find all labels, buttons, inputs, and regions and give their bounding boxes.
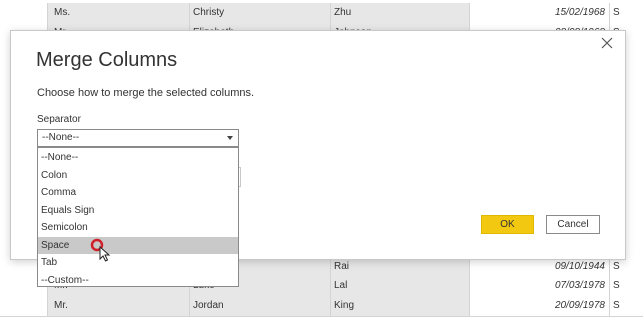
table-cell: 20/09/1978 [470, 295, 610, 316]
cancel-button[interactable]: Cancel [546, 215, 600, 234]
dialog-title: Merge Columns [36, 49, 178, 71]
table-cell: S [610, 3, 643, 23]
table-cell: S [610, 295, 643, 316]
table-cell: Jordan [190, 295, 331, 316]
dropdown-option[interactable]: --None-- [38, 149, 238, 166]
chevron-down-icon [227, 136, 233, 140]
table-cell: Mr. [48, 295, 190, 316]
dropdown-option[interactable]: Tab [38, 254, 238, 271]
close-button[interactable] [599, 35, 615, 51]
dialog-description: Choose how to merge the selected columns… [37, 87, 255, 99]
separator-dropdown-list: --None-- Colon Comma Equals Sign Semicolon Sp… [37, 147, 239, 287]
dropdown-option[interactable]: Equals Sign [38, 202, 238, 219]
close-icon [601, 37, 613, 49]
dropdown-option[interactable]: Space [38, 236, 238, 254]
ok-button[interactable]: OK [481, 215, 534, 234]
table-cell: Zhu [331, 3, 470, 23]
table-row: Mr. Jordan King 20/09/1978 S [0, 295, 643, 317]
table-cell: King [331, 295, 470, 316]
dropdown-option[interactable]: --Custom-- [38, 272, 238, 287]
dropdown-option[interactable]: Semicolon [38, 219, 238, 236]
dropdown-option[interactable]: Colon [38, 167, 238, 184]
table-cell: S [610, 276, 643, 296]
dropdown-option[interactable]: Comma [38, 184, 238, 201]
table-row: Ms. Christy Zhu 15/02/1968 S [0, 3, 643, 24]
separator-select[interactable]: --None-- [37, 129, 239, 147]
separator-selected-value: --None-- [42, 132, 80, 143]
table-cell: 15/02/1968 [470, 3, 610, 23]
table-cell: 07/03/1978 [470, 276, 610, 296]
table-cell: Lal [331, 276, 470, 296]
table-cell: Christy [190, 3, 331, 23]
table-cell: Ms. [48, 3, 190, 23]
separator-label: Separator [37, 114, 81, 125]
table-cell [0, 3, 48, 23]
table-cell [0, 295, 48, 316]
mouse-pointer-icon [99, 246, 111, 262]
